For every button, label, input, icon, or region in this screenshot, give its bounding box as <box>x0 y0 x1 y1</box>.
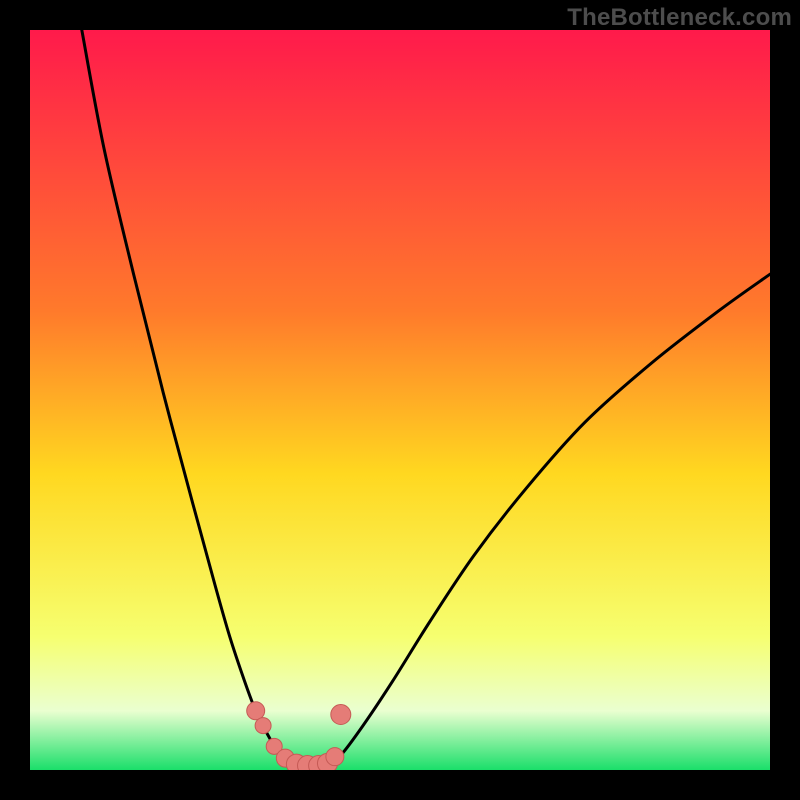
highlight-dot <box>255 718 271 734</box>
chart-svg <box>30 30 770 770</box>
highlight-dot <box>247 702 265 720</box>
watermark-text: TheBottleneck.com <box>567 4 792 32</box>
highlight-dot <box>326 748 344 766</box>
plot-area <box>30 30 770 770</box>
gradient-background <box>30 30 770 770</box>
chart-frame: TheBottleneck.com <box>0 0 800 800</box>
highlight-dot <box>331 705 351 725</box>
